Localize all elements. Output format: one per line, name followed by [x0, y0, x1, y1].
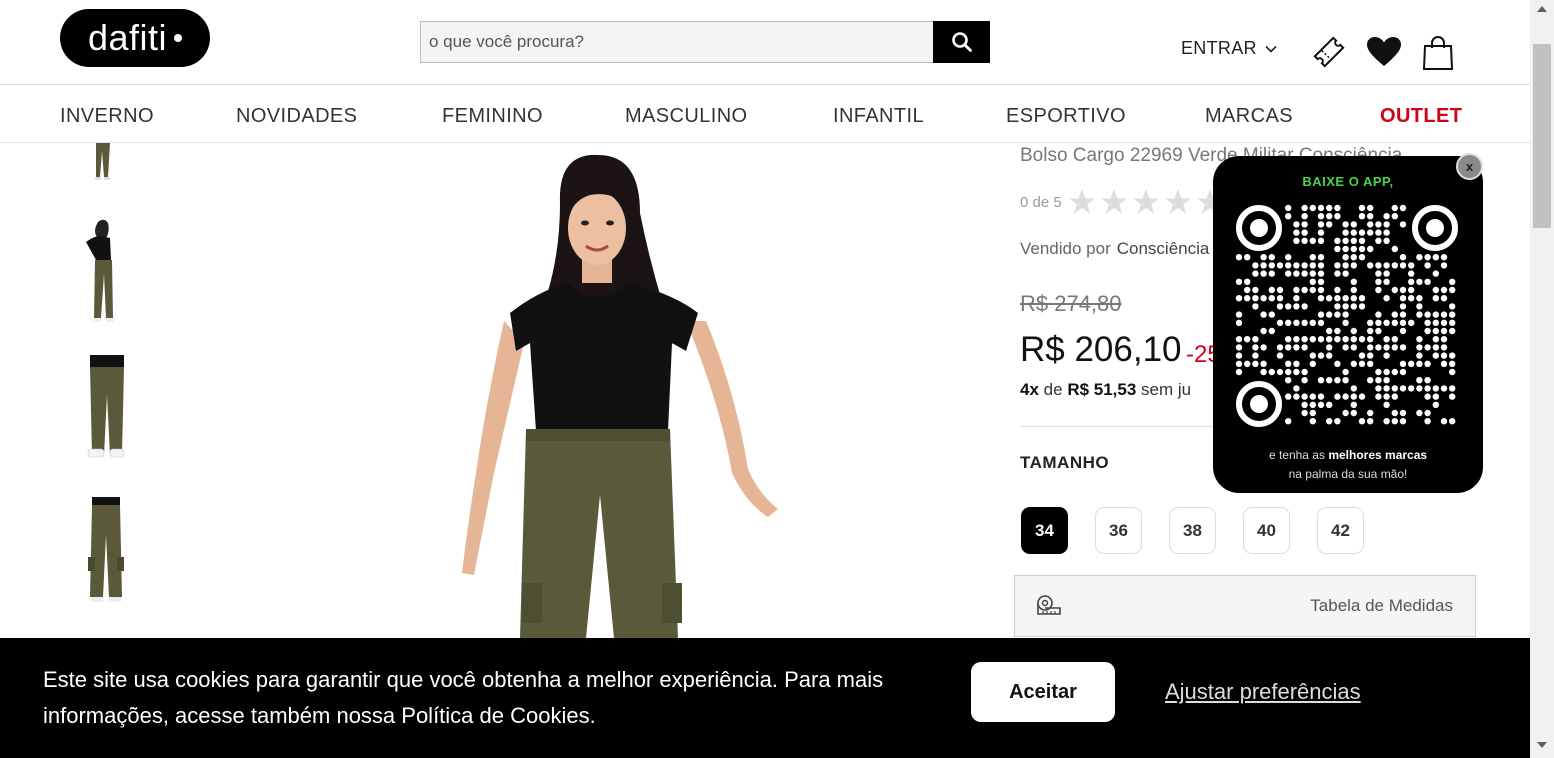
- product-thumbnail[interactable]: [80, 143, 132, 185]
- installments-value: R$ 51,53: [1067, 380, 1137, 399]
- logo-text: dafiti: [87, 17, 168, 58]
- nav-item-esportivo[interactable]: ESPORTIVO: [1006, 105, 1126, 128]
- installments: 4x de R$ 51,53 sem ju: [1020, 380, 1191, 400]
- installments-count: 4x: [1020, 380, 1039, 399]
- rating-label: 0 de 5: [1020, 193, 1062, 211]
- nav-item-infantil[interactable]: INFANTIL: [833, 105, 924, 128]
- scroll-up-arrow-icon[interactable]: [1537, 6, 1547, 12]
- cookie-preferences-link[interactable]: Ajustar preferências: [1165, 679, 1361, 705]
- login-menu[interactable]: ENTRAR: [1181, 38, 1277, 59]
- cookie-banner: Este site usa cookies para garantir que …: [0, 638, 1530, 758]
- login-label: ENTRAR: [1181, 38, 1257, 58]
- nav-item-inverno[interactable]: INVERNO: [60, 105, 154, 128]
- size-option[interactable]: 36: [1095, 507, 1142, 554]
- size-table-button[interactable]: Tabela de Medidas: [1014, 575, 1476, 637]
- product-thumbnail[interactable]: [80, 355, 132, 465]
- app-promo-title: BAIXE O APP,: [1302, 174, 1394, 189]
- scroll-down-arrow-icon[interactable]: [1537, 742, 1547, 748]
- size-option[interactable]: 42: [1317, 507, 1364, 554]
- app-promo-subtitle: e tenha as melhores marcas na palma da s…: [1213, 446, 1483, 484]
- product-thumbnail[interactable]: [80, 497, 132, 607]
- measuring-tape-icon: [1037, 595, 1061, 615]
- coupon-icon[interactable]: [1311, 34, 1347, 70]
- search-input[interactable]: [420, 21, 933, 63]
- size-selector: 34 36 38 40 42: [1021, 507, 1364, 554]
- size-table-label: Tabela de Medidas: [1310, 596, 1453, 615]
- size-option[interactable]: 34: [1021, 507, 1068, 554]
- heart-icon[interactable]: [1366, 36, 1402, 68]
- rating[interactable]: 0 de 5: [1020, 188, 1224, 216]
- logo[interactable]: dafiti: [60, 9, 210, 67]
- product-thumbnail[interactable]: [80, 218, 132, 323]
- app-promo-sub-bold: melhores marcas: [1328, 448, 1428, 462]
- star-icon: [1068, 189, 1095, 214]
- star-icon: [1132, 189, 1159, 214]
- product-page: dafiti ENTRAR INVERNO NOVIDADES: [0, 0, 1554, 758]
- shopping-bag-icon[interactable]: [1422, 36, 1454, 70]
- product-main-image[interactable]: [440, 143, 820, 638]
- close-popup-button[interactable]: x: [1456, 153, 1483, 180]
- chevron-down-icon: [1265, 45, 1277, 53]
- search-icon: [951, 32, 972, 52]
- nav-item-marcas[interactable]: MARCAS: [1205, 105, 1293, 128]
- app-promo-sub-prefix: e tenha as: [1268, 448, 1325, 462]
- logo-dot-icon: [174, 34, 183, 42]
- installments-de: de: [1043, 380, 1063, 399]
- nav-item-masculino[interactable]: MASCULINO: [625, 105, 748, 128]
- search-bar: [420, 21, 990, 63]
- search-button[interactable]: [933, 21, 990, 63]
- main-nav: INVERNO NOVIDADES FEMININO MASCULINO INF…: [0, 86, 1530, 143]
- nav-item-feminino[interactable]: FEMININO: [442, 105, 543, 128]
- nav-item-novidades[interactable]: NOVIDADES: [236, 105, 357, 128]
- star-icon: [1100, 189, 1127, 214]
- app-promo-sub-line2: na palma da sua mão!: [1288, 467, 1408, 481]
- old-price: R$ 274,80: [1020, 291, 1122, 316]
- qr-code-icon: [1235, 204, 1458, 427]
- accept-cookies-button[interactable]: Aceitar: [971, 662, 1115, 722]
- size-option[interactable]: 38: [1169, 507, 1216, 554]
- seller-info: Vendido por Consciência: [1020, 239, 1209, 259]
- nav-item-outlet[interactable]: OUTLET: [1380, 105, 1462, 128]
- page-scrollbar[interactable]: [1530, 0, 1554, 758]
- size-label: TAMANHO: [1020, 453, 1110, 472]
- cookie-text: Este site usa cookies para garantir que …: [43, 667, 884, 728]
- star-icon: [1164, 189, 1191, 214]
- header: dafiti ENTRAR: [0, 0, 1530, 85]
- size-option[interactable]: 40: [1243, 507, 1290, 554]
- app-promo-popup[interactable]: BAIXE O APP, e tenha as melhores marcas …: [1213, 156, 1483, 493]
- current-price: R$ 206,10: [1020, 330, 1182, 369]
- seller-name[interactable]: Consciência: [1117, 239, 1210, 258]
- scrollbar-thumb[interactable]: [1533, 44, 1551, 228]
- installments-suffix: sem ju: [1141, 380, 1192, 399]
- seller-label: Vendido por: [1020, 239, 1111, 258]
